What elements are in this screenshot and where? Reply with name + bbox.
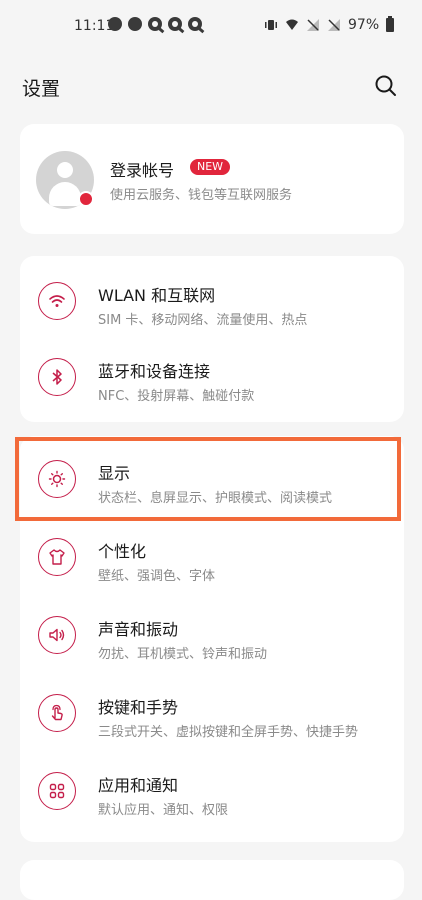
brightness-icon <box>38 460 76 498</box>
network-settings-card: WLAN 和互联网 SIM 卡、移动网络、流量使用、热点 蓝牙和设备连接 NFC… <box>20 256 404 422</box>
item-title: 按键和手势 <box>98 698 179 717</box>
item-subtitle: 三段式开关、虚拟按键和全屏手势、快捷手势 <box>98 725 359 740</box>
no-signal-icon <box>328 19 340 31</box>
settings-item-bluetooth[interactable]: 蓝牙和设备连接 NFC、投射屏幕、触碰付款 <box>20 340 404 416</box>
gesture-icon <box>38 694 76 732</box>
notification-icon <box>168 17 182 31</box>
settings-item-personalization[interactable]: 个性化 壁纸、强调色、字体 <box>20 520 404 596</box>
bluetooth-icon <box>38 358 76 396</box>
device-settings-card: 显示 状态栏、息屏显示、护眼模式、阅读模式 个性化 壁纸、强调色、字体 声音和振… <box>20 436 404 842</box>
notification-icon <box>148 17 162 31</box>
notification-icon <box>108 17 122 31</box>
battery-percent: 97% <box>348 17 380 33</box>
wifi-signal-icon <box>286 19 298 30</box>
search-icon <box>375 75 396 96</box>
notification-icons <box>108 17 202 31</box>
new-badge: NEW <box>190 159 231 175</box>
search-button[interactable] <box>372 72 400 100</box>
apps-grid-icon <box>38 772 76 810</box>
item-title: 声音和振动 <box>98 620 179 639</box>
item-subtitle: 勿扰、耳机模式、铃声和振动 <box>98 647 268 662</box>
header: 设置 <box>0 54 422 124</box>
item-title: 应用和通知 <box>98 776 179 795</box>
wifi-icon <box>38 282 76 320</box>
item-subtitle: 壁纸、强调色、字体 <box>98 569 216 584</box>
status-bar: 11:11 97% <box>0 0 422 54</box>
item-title: 蓝牙和设备连接 <box>98 362 211 381</box>
settings-item-buttons-gestures[interactable]: 按键和手势 三段式开关、虚拟按键和全屏手势、快捷手势 <box>20 676 404 752</box>
battery-icon <box>386 16 395 32</box>
item-title: 个性化 <box>98 542 147 561</box>
notification-icon <box>188 17 202 31</box>
item-subtitle: SIM 卡、移动网络、流量使用、热点 <box>98 313 308 328</box>
next-settings-card <box>20 860 404 900</box>
settings-item-apps-notifications[interactable]: 应用和通知 默认应用、通知、权限 <box>20 754 404 830</box>
account-title: 登录帐号 <box>110 161 175 180</box>
no-signal-icon <box>307 19 319 31</box>
settings-item-display[interactable]: 显示 状态栏、息屏显示、护眼模式、阅读模式 <box>20 442 404 518</box>
settings-item-sound[interactable]: 声音和振动 勿扰、耳机模式、铃声和振动 <box>20 598 404 674</box>
account-subtitle: 使用云服务、钱包等互联网服务 <box>110 188 293 203</box>
item-title: 显示 <box>98 464 131 483</box>
speaker-icon <box>38 616 76 654</box>
item-subtitle: 默认应用、通知、权限 <box>98 803 229 818</box>
page-title: 设置 <box>22 78 61 100</box>
account-card[interactable]: 登录帐号 NEW 使用云服务、钱包等互联网服务 <box>20 124 404 234</box>
item-title: WLAN 和互联网 <box>98 286 216 305</box>
notification-icon <box>128 17 142 31</box>
item-subtitle: NFC、投射屏幕、触碰付款 <box>98 389 255 404</box>
vibrate-icon <box>265 20 277 30</box>
item-subtitle: 状态栏、息屏显示、护眼模式、阅读模式 <box>98 491 333 506</box>
notification-dot <box>78 191 94 207</box>
settings-item-wlan[interactable]: WLAN 和互联网 SIM 卡、移动网络、流量使用、热点 <box>20 264 404 340</box>
tshirt-icon <box>38 538 76 576</box>
